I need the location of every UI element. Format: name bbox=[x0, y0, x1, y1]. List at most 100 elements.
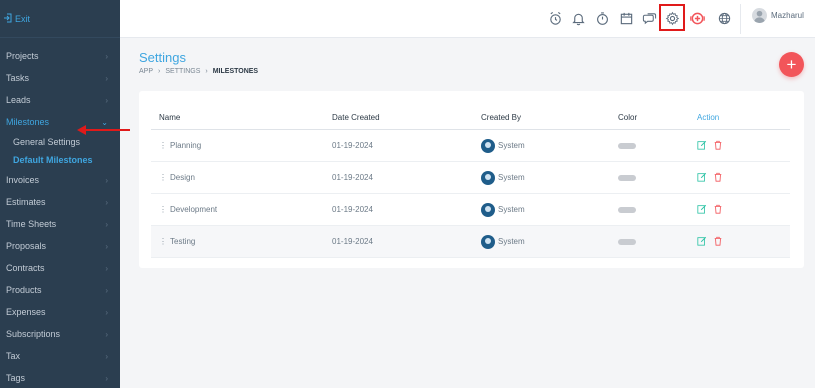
breadcrumb-app[interactable]: APP bbox=[139, 68, 153, 75]
milestones-table: Name Date Created Created By Color Actio… bbox=[151, 105, 790, 258]
sidebar-item-label: Invoices bbox=[6, 175, 40, 185]
created-by: System bbox=[498, 141, 525, 150]
sidebar-item-projects[interactable]: Projects › bbox=[0, 45, 120, 67]
drag-handle-icon[interactable]: ⋮ bbox=[159, 237, 167, 246]
edit-icon[interactable] bbox=[697, 140, 707, 152]
created-by: System bbox=[498, 205, 525, 214]
sidebar-header: Exit bbox=[0, 0, 120, 38]
sidebar-item-time-sheets[interactable]: Time Sheets › bbox=[0, 213, 120, 235]
sidebar-item-proposals[interactable]: Proposals › bbox=[0, 235, 120, 257]
sidebar-item-expenses[interactable]: Expenses › bbox=[0, 301, 120, 323]
color-swatch bbox=[618, 206, 636, 213]
table-row: ⋮ Planning 01-19-2024 System bbox=[151, 130, 790, 162]
chevron-right-icon: › bbox=[158, 68, 161, 75]
delete-icon[interactable] bbox=[713, 140, 723, 152]
milestone-name: Development bbox=[170, 205, 218, 214]
submenu-label: General Settings bbox=[13, 137, 81, 147]
user-menu[interactable]: Mazharul bbox=[752, 8, 804, 23]
sidebar-item-label: Time Sheets bbox=[6, 219, 57, 229]
created-by: System bbox=[498, 237, 525, 246]
table-row: ⋮ Development 01-19-2024 System bbox=[151, 194, 790, 226]
color-swatch bbox=[618, 238, 636, 245]
chevron-right-icon: › bbox=[105, 73, 108, 83]
chevron-right-icon: › bbox=[105, 175, 108, 185]
drag-handle-icon[interactable]: ⋮ bbox=[159, 141, 167, 150]
sidebar-item-estimates[interactable]: Estimates › bbox=[0, 191, 120, 213]
sidebar-item-label: Tax bbox=[6, 351, 21, 361]
sidebar-item-label: Projects bbox=[6, 51, 39, 61]
add-milestone-button[interactable]: + bbox=[779, 52, 804, 77]
color-swatch bbox=[618, 174, 636, 181]
avatar bbox=[481, 202, 495, 217]
gear-icon[interactable] bbox=[662, 8, 682, 28]
milestones-card: Name Date Created Created By Color Actio… bbox=[139, 91, 804, 268]
sidebar-item-invoices[interactable]: Invoices › bbox=[0, 169, 120, 191]
sidebar-item-label: Leads bbox=[6, 95, 31, 105]
table-header: Name Date Created Created By Color Actio… bbox=[151, 105, 790, 130]
header-color: Color bbox=[618, 112, 638, 122]
table-row: ⋮ Testing 01-19-2024 System bbox=[151, 226, 790, 258]
table-row: ⋮ Design 01-19-2024 System bbox=[151, 162, 790, 194]
avatar bbox=[481, 234, 495, 249]
delete-icon[interactable] bbox=[713, 236, 723, 248]
add-circle-icon[interactable] bbox=[687, 8, 707, 28]
sidebar-item-subscriptions[interactable]: Subscriptions › bbox=[0, 323, 120, 345]
breadcrumb-settings[interactable]: SETTINGS bbox=[165, 68, 200, 75]
plus-icon: + bbox=[786, 54, 797, 74]
color-swatch bbox=[618, 142, 636, 149]
timer-icon[interactable] bbox=[592, 8, 612, 28]
sidebar-item-products[interactable]: Products › bbox=[0, 279, 120, 301]
chevron-right-icon: › bbox=[105, 241, 108, 251]
avatar bbox=[481, 138, 495, 153]
avatar bbox=[481, 170, 495, 185]
sidebar-item-label: Contracts bbox=[6, 263, 45, 273]
date-created: 01-19-2024 bbox=[332, 205, 373, 214]
submenu-label: Default Milestones bbox=[13, 155, 93, 165]
milestone-name: Design bbox=[170, 173, 195, 182]
submenu-default-milestones[interactable]: Default Milestones bbox=[0, 151, 120, 169]
chevron-right-icon: › bbox=[105, 263, 108, 273]
delete-icon[interactable] bbox=[713, 172, 723, 184]
sidebar-item-label: Estimates bbox=[6, 197, 46, 207]
date-created: 01-19-2024 bbox=[332, 237, 373, 246]
chat-icon[interactable] bbox=[639, 8, 659, 28]
delete-icon[interactable] bbox=[713, 204, 723, 216]
sidebar-menu: Projects › Tasks › Leads › Milestones ⌄ Gene… bbox=[0, 38, 120, 388]
chevron-right-icon: › bbox=[105, 285, 108, 295]
exit-icon bbox=[3, 13, 13, 25]
chevron-right-icon: › bbox=[105, 197, 108, 207]
edit-icon[interactable] bbox=[697, 236, 707, 248]
globe-icon[interactable] bbox=[714, 8, 734, 28]
chevron-right-icon: › bbox=[105, 219, 108, 229]
sidebar-item-tax[interactable]: Tax › bbox=[0, 345, 120, 367]
header-action: Action bbox=[697, 112, 720, 122]
drag-handle-icon[interactable]: ⋮ bbox=[159, 173, 167, 182]
avatar bbox=[752, 8, 767, 23]
breadcrumb-current: MILESTONES bbox=[212, 68, 259, 75]
drag-handle-icon[interactable]: ⋮ bbox=[159, 205, 167, 214]
bell-icon[interactable] bbox=[568, 8, 588, 28]
page-title: Settings bbox=[139, 50, 186, 65]
calendar-icon[interactable] bbox=[616, 8, 636, 28]
breadcrumb: APP › SETTINGS › MILESTONES bbox=[139, 68, 258, 75]
sidebar-item-label: Tasks bbox=[6, 73, 30, 83]
sidebar: Exit Projects › Tasks › Leads › Milestones ⌄… bbox=[0, 0, 120, 388]
chevron-right-icon: › bbox=[205, 68, 208, 75]
date-created: 01-19-2024 bbox=[332, 141, 373, 150]
sidebar-item-label: Milestones bbox=[6, 117, 50, 127]
sidebar-item-contracts[interactable]: Contracts › bbox=[0, 257, 120, 279]
header-created-by: Created By bbox=[481, 112, 522, 122]
edit-icon[interactable] bbox=[697, 204, 707, 216]
sidebar-item-tags[interactable]: Tags › bbox=[0, 367, 120, 388]
chevron-right-icon: › bbox=[105, 351, 108, 361]
exit-button[interactable]: Exit bbox=[3, 13, 30, 25]
sidebar-item-leads[interactable]: Leads › bbox=[0, 89, 120, 111]
user-name: Mazharul bbox=[771, 11, 804, 20]
chevron-right-icon: › bbox=[105, 307, 108, 317]
header-date-created: Date Created bbox=[332, 112, 380, 122]
edit-icon[interactable] bbox=[697, 172, 707, 184]
sidebar-item-tasks[interactable]: Tasks › bbox=[0, 67, 120, 89]
sidebar-item-label: Subscriptions bbox=[6, 329, 61, 339]
chevron-right-icon: › bbox=[105, 95, 108, 105]
alarm-icon[interactable] bbox=[545, 8, 565, 28]
